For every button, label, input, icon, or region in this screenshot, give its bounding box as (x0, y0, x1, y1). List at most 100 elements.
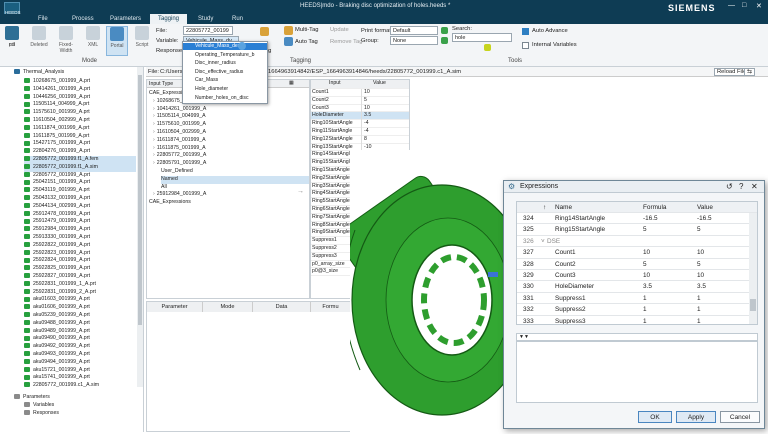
expression-row[interactable]: 326 DSE ˅ (517, 236, 757, 248)
tab-tagging[interactable]: Tagging (150, 14, 188, 24)
tree-item[interactable]: 25042151_001999_A.prt (24, 179, 90, 187)
expression-row[interactable]: 333 Suppress3 1 1 (517, 316, 757, 324)
internal-variables-checkbox[interactable] (522, 42, 529, 49)
tree-item[interactable]: aku09489_001999_A.prt (24, 328, 90, 336)
tree-item[interactable]: 11611874_001999_A.prt (24, 125, 89, 133)
tree-item[interactable]: aku09492_001999_A.prt (24, 343, 90, 351)
formula-col-header2[interactable]: Formula (643, 204, 666, 211)
close-icon[interactable]: ✕ (756, 2, 762, 10)
dropdown-option[interactable]: Disc_inner_radius (183, 60, 267, 67)
tree-item[interactable]: 25922824_001999_A.prt (24, 257, 90, 265)
mode-script-button[interactable]: Script (131, 26, 153, 56)
tree-scrollbar[interactable] (137, 67, 143, 387)
tree-item[interactable]: aku09494_001999_A.prt (24, 359, 90, 367)
input-type-item[interactable]: › 11505114_004999_A (153, 113, 309, 121)
reset-icon[interactable]: ↺ (726, 182, 733, 191)
tree-item[interactable]: aku01603_001999_A.prt (24, 296, 90, 304)
maximize-icon[interactable]: □ (742, 2, 746, 9)
search-option-icon[interactable] (484, 44, 491, 51)
input-row[interactable]: Count2 5 (311, 96, 409, 105)
expand-arrow-icon[interactable]: › (153, 152, 155, 158)
tree-item[interactable]: aku09488_001999_A.prt (24, 320, 90, 328)
expand-arrow-icon[interactable]: › (153, 191, 155, 197)
print-format-combo[interactable]: Default (390, 26, 438, 35)
tree-responses[interactable]: Responses (24, 410, 59, 418)
tree-item[interactable]: aku09493_001999_A.prt (24, 351, 90, 359)
dropdown-option[interactable]: Disc_effective_radius (183, 69, 267, 76)
help-icon[interactable]: ? (739, 182, 743, 191)
tree-item[interactable]: aku09490_001999_A.prt (24, 335, 90, 343)
tree-item[interactable]: 25922823_001999_A.prt (24, 250, 90, 258)
tab-file[interactable]: File (38, 16, 48, 22)
remove-tag-button[interactable]: Remove Tag (330, 39, 362, 45)
tree-item[interactable]: aku01606_001999_A.prt (24, 304, 90, 312)
tree-item[interactable]: 25912479_001999_A.prt (24, 218, 90, 226)
grid-scrollbar[interactable] (749, 213, 757, 324)
formula-col-header[interactable]: Formu (311, 302, 351, 312)
tree-item[interactable]: 22805772_001999.f1_A.sim (24, 163, 136, 172)
expand-arrow-icon[interactable]: › (153, 98, 155, 104)
tab-run[interactable]: Run (232, 16, 243, 22)
input-row[interactable]: HoleDiameter 3.5 (311, 112, 409, 121)
tree-item[interactable]: aku05239_001999_A.prt (24, 312, 90, 320)
data-col-header[interactable]: Data (253, 302, 311, 312)
search-input[interactable]: hole (452, 33, 512, 42)
expression-row[interactable]: 325 Ring15StartAngle 5 5 (517, 224, 757, 236)
formula-editor[interactable] (516, 341, 758, 403)
tree-item[interactable]: 10414261_001999_A.prt (24, 86, 90, 94)
tree-item[interactable]: 25912984_001999_A.prt (24, 226, 90, 234)
expand-arrow-icon[interactable]: › (153, 106, 155, 112)
expression-row[interactable]: 324 Ring14StartAngle -16.5 -16.5 (517, 213, 757, 225)
dropdown-option[interactable]: Vehicule_Mass_desi (183, 43, 267, 50)
expression-row[interactable]: 328 Count2 5 5 (517, 259, 757, 270)
input-type-item[interactable]: › 11610504_002999_A (153, 129, 309, 137)
expand-arrow-icon[interactable]: › (153, 145, 155, 151)
expression-row[interactable]: 327 Count1 10 10 (517, 247, 757, 259)
input-row[interactable]: Count3 10 (311, 104, 409, 113)
tree-item[interactable]: 25913330_001999_A.prt (24, 234, 90, 242)
import-icon[interactable] (441, 37, 448, 44)
tree-item[interactable]: aku15721_001999_A.prt (24, 367, 90, 375)
tree-item[interactable]: 22805772_001999.c1_A.sim (24, 382, 99, 390)
input-row[interactable]: Ring12StartAngle 8 (311, 135, 409, 144)
group-combo[interactable]: None (390, 36, 438, 45)
tree-item[interactable]: aku15741_001999_A.prt (24, 374, 90, 382)
expression-row[interactable]: 331 Suppress1 1 1 (517, 293, 757, 305)
mode-portal-button[interactable]: Portal (106, 26, 128, 56)
tree-item[interactable]: 25922831_001999_1_A.prt (24, 281, 96, 289)
tree-item[interactable]: 25043132_001999_A.prt (24, 195, 90, 203)
tree-item[interactable]: 11505114_004999_A.prt (24, 101, 89, 109)
expression-row[interactable]: 330 HoleDiameter 3.5 3.5 (517, 281, 757, 293)
expand-arrow-icon[interactable]: › (153, 121, 155, 127)
grid-scroll-thumb[interactable] (750, 299, 756, 311)
update-button[interactable]: Update (330, 27, 349, 33)
tab-process[interactable]: Process (72, 16, 94, 22)
dropdown-option[interactable]: Car_Mass (183, 77, 267, 84)
input-row[interactable]: Ring10StartAngle -4 (311, 120, 409, 128)
input-type-item[interactable]: › 11611875_001999_A (153, 145, 309, 153)
tree-variables[interactable]: Variables (24, 402, 54, 410)
dropdown-option[interactable]: Hole_diameter (183, 86, 267, 93)
tree-item[interactable]: 25922827_001999_A.prt (24, 273, 90, 281)
param-col-header[interactable]: Parameter (147, 302, 203, 312)
input-type-item[interactable]: › 11575610_001999_A (153, 121, 309, 129)
cancel-button[interactable]: Cancel (720, 411, 760, 423)
expression-row[interactable]: 329 Count3 10 10 (517, 270, 757, 282)
multi-tag-icon[interactable] (284, 26, 293, 35)
sort-icon[interactable]: ↑ (543, 204, 546, 211)
multi-tag-button[interactable]: Multi-Tag (295, 27, 319, 33)
collapse-icon[interactable]: ˅ (541, 238, 545, 245)
value-col-header[interactable]: Value (697, 204, 713, 211)
file-combo[interactable]: 22805772_00199 (183, 26, 233, 35)
input-type-item[interactable]: › 10414261_001999_A (153, 106, 309, 114)
tree-item[interactable]: 25044134_002999_A.prt (24, 203, 90, 211)
tree-item[interactable]: 11611875_001999_A.prt (24, 133, 89, 141)
input-type-item[interactable]: Named (161, 175, 309, 184)
name-col-header[interactable]: Name (555, 204, 572, 211)
mode-deleted-button[interactable]: Deleted (28, 26, 50, 56)
expand-icon[interactable]: ▦ (289, 80, 294, 86)
ok-button[interactable]: OK (638, 411, 672, 423)
auto-tag-icon[interactable] (284, 37, 293, 46)
apply-button[interactable]: Apply (676, 411, 716, 423)
expand-arrow-icon[interactable]: › (153, 137, 155, 143)
